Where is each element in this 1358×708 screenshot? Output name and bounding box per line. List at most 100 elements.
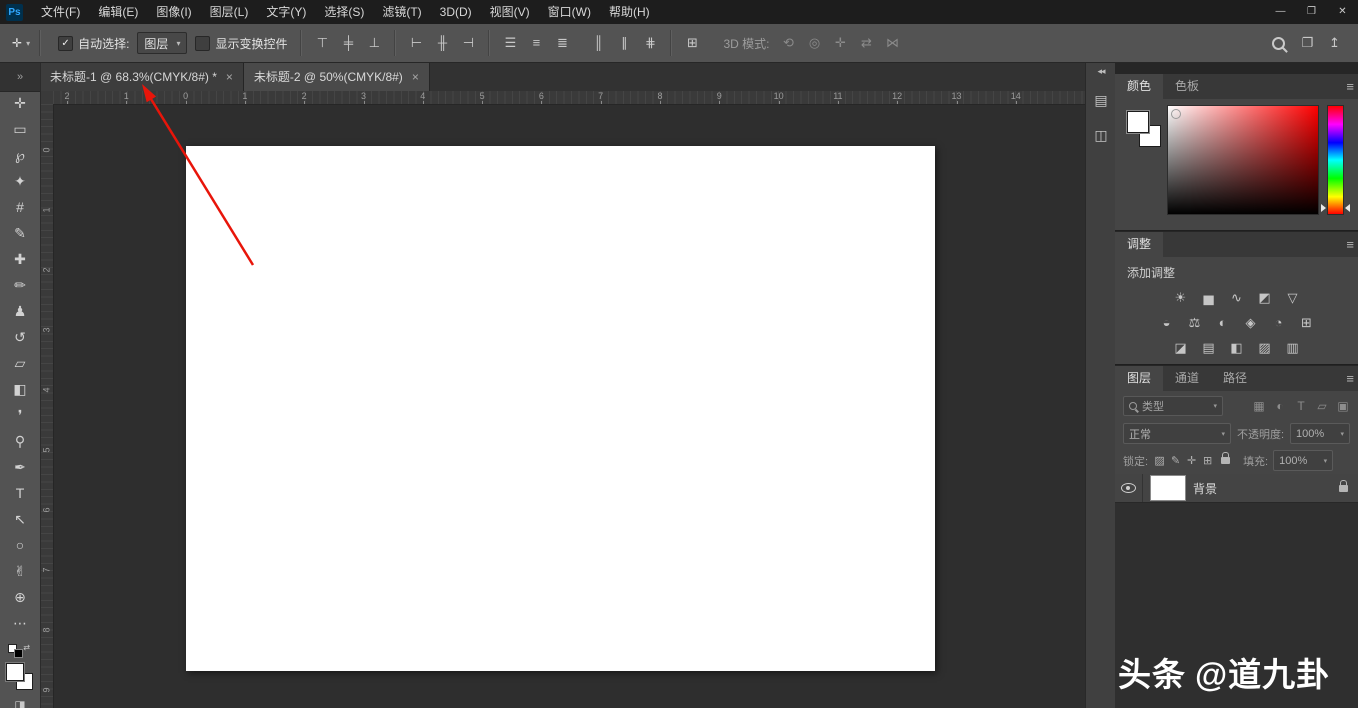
eyedropper-tool[interactable]: ✎ [6, 225, 34, 241]
menu-item[interactable]: 图像(I) [147, 0, 200, 24]
close-icon[interactable]: × [412, 71, 419, 83]
panel-menu-icon[interactable]: ≡ [1346, 237, 1354, 252]
tab-swatches[interactable]: 色板 [1163, 74, 1211, 99]
lock-image-pixels-icon[interactable]: ✎ [1169, 454, 1182, 467]
properties-panel-icon[interactable]: ▤ [1094, 92, 1107, 109]
distribute-horizontal-centers-icon[interactable]: ∥ [613, 32, 635, 54]
auto-select-target-dropdown[interactable]: 图层 ▾ [137, 32, 188, 54]
document-tab-2[interactable]: 未标题-2 @ 50%(CMYK/8#) × [243, 62, 430, 91]
3d-roll-icon[interactable]: ◎ [803, 32, 825, 54]
move-tool[interactable]: ✛ [6, 95, 34, 111]
horizontal-ruler[interactable]: 2 1 0 1 2 3 4 5 6 7 8 9 10 11 12 13 14 [53, 91, 1085, 105]
swap-colors-icon[interactable]: ⇄ [23, 643, 30, 652]
align-right-edges-icon[interactable]: ⊣ [457, 32, 479, 54]
lock-artboard-icon[interactable]: ⊞ [1201, 454, 1214, 467]
threshold-icon[interactable]: ◧ [1227, 339, 1246, 356]
quick-mask-icon[interactable]: ◨ [0, 698, 40, 708]
invert-icon[interactable]: ◪ [1171, 339, 1190, 356]
selective-color-icon[interactable]: ▥ [1283, 339, 1302, 356]
lock-transparent-pixels-icon[interactable]: ▨ [1153, 454, 1166, 467]
gradient-map-icon[interactable]: ▨ [1255, 339, 1274, 356]
menu-item[interactable]: 帮助(H) [600, 0, 659, 24]
menu-item[interactable]: 选择(S) [315, 0, 373, 24]
crop-tool[interactable]: # [6, 199, 34, 215]
close-button[interactable]: ✕ [1327, 0, 1358, 24]
ruler-corner[interactable] [40, 91, 54, 105]
align-horizontal-centers-icon[interactable]: ╫ [431, 32, 453, 54]
distribute-top-edges-icon[interactable]: ☰ [499, 32, 521, 54]
filter-type-layers-icon[interactable]: T [1294, 399, 1308, 413]
menu-item[interactable]: 编辑(E) [89, 0, 147, 24]
filter-smart-objects-icon[interactable]: ▣ [1336, 399, 1350, 413]
expand-panels-icon[interactable]: ◂◂ [1086, 66, 1116, 77]
pen-tool[interactable]: ✒ [6, 459, 34, 475]
lock-all-icon[interactable] [1221, 452, 1231, 464]
workspace-switcher-icon[interactable]: ❐ [1301, 32, 1313, 54]
color-balance-icon[interactable]: ⚖ [1185, 314, 1204, 331]
layer-filter-type-dropdown[interactable]: 类型 ▾ [1123, 396, 1223, 416]
libraries-panel-icon[interactable]: ◫ [1094, 127, 1107, 144]
opacity-dropdown[interactable]: 100% ▾ [1290, 423, 1350, 444]
3d-rotate-icon[interactable]: ⟲ [777, 32, 799, 54]
color-picker-cursor[interactable] [1171, 109, 1181, 119]
spot-healing-brush-tool[interactable]: ✚ [6, 251, 34, 267]
toolbar-collapse-button[interactable]: » [0, 62, 40, 92]
tab-layers[interactable]: 图层 [1115, 366, 1164, 391]
type-tool[interactable]: T [6, 485, 34, 501]
search-icon[interactable] [1272, 36, 1286, 50]
restore-button[interactable]: ❐ [1296, 0, 1327, 24]
panel-menu-icon[interactable]: ≡ [1346, 79, 1354, 94]
channel-mixer-icon[interactable]: ◔ [1269, 314, 1288, 331]
menu-item[interactable]: 图层(L) [201, 0, 258, 24]
ellipse-tool[interactable]: ○ [6, 537, 34, 553]
filter-adjustment-layers-icon[interactable]: ◐ [1273, 399, 1287, 413]
hand-tool[interactable]: ✌ [6, 563, 34, 579]
levels-icon[interactable]: ▅ [1199, 289, 1218, 306]
foreground-color-swatch[interactable] [6, 663, 24, 681]
lock-position-icon[interactable]: ✛ [1185, 454, 1198, 467]
foreground-color-swatch[interactable] [1127, 111, 1149, 133]
align-vertical-centers-icon[interactable]: ╪ [337, 32, 359, 54]
hue-saturation-icon[interactable]: ◒ [1157, 314, 1176, 331]
path-selection-tool[interactable]: ↖ [6, 511, 34, 527]
dodge-tool[interactable]: ⚲ [6, 433, 34, 449]
tab-paths[interactable]: 路径 [1211, 366, 1259, 391]
gradient-tool[interactable]: ◧ [6, 381, 34, 397]
clone-stamp-tool[interactable]: ♟ [6, 303, 34, 319]
photoshop-app-icon[interactable]: Ps [6, 3, 23, 21]
menu-item[interactable]: 3D(D) [431, 0, 481, 24]
share-icon[interactable]: ↥ [1329, 32, 1340, 54]
tab-adjustments[interactable]: 调整 [1115, 232, 1164, 257]
hue-slider[interactable] [1321, 105, 1350, 215]
minimize-button[interactable]: — [1265, 0, 1296, 24]
vertical-ruler[interactable]: 0 1 2 3 4 5 6 7 8 9 [40, 104, 54, 708]
fill-dropdown[interactable]: 100% ▾ [1273, 450, 1334, 471]
brightness-contrast-icon[interactable]: ☀ [1171, 289, 1190, 306]
saturation-brightness-field[interactable] [1167, 105, 1319, 215]
distribute-bottom-edges-icon[interactable]: ≣ [551, 32, 573, 54]
quick-selection-tool[interactable]: ✦ [6, 173, 34, 189]
document-tab-1[interactable]: 未标题-1 @ 68.3%(CMYK/8#) * × [40, 62, 244, 91]
posterize-icon[interactable]: ▤ [1199, 339, 1218, 356]
distribute-vertical-centers-icon[interactable]: ≡ [525, 32, 547, 54]
current-tool-badge[interactable]: ✛ ▾ [12, 36, 30, 50]
filter-shape-layers-icon[interactable]: ▱ [1315, 399, 1329, 413]
blend-mode-dropdown[interactable]: 正常 ▾ [1123, 423, 1231, 444]
default-colors-icon[interactable]: ⇄ [8, 643, 30, 658]
tab-color[interactable]: 颜色 [1115, 74, 1164, 99]
menu-item[interactable]: 窗口(W) [539, 0, 600, 24]
close-icon[interactable]: × [226, 71, 233, 83]
lasso-tool[interactable]: ℘ [6, 147, 34, 163]
3d-scale-icon[interactable]: ⋈ [881, 32, 903, 54]
layer-row-background[interactable]: 背景 [1115, 474, 1358, 503]
menu-item[interactable]: 视图(V) [481, 0, 539, 24]
history-brush-tool[interactable]: ↺ [6, 329, 34, 345]
blur-tool[interactable]: ❜ [6, 407, 34, 423]
brush-tool[interactable]: ✏ [6, 277, 34, 293]
hue-slider-marker[interactable] [1321, 204, 1326, 212]
vibrance-icon[interactable]: ▽ [1283, 289, 1302, 306]
menu-item[interactable]: 文件(F) [32, 0, 89, 24]
3d-drag-icon[interactable]: ✛ [829, 32, 851, 54]
layer-visibility-toggle[interactable] [1115, 474, 1143, 502]
menu-item[interactable]: 滤镜(T) [373, 0, 430, 24]
